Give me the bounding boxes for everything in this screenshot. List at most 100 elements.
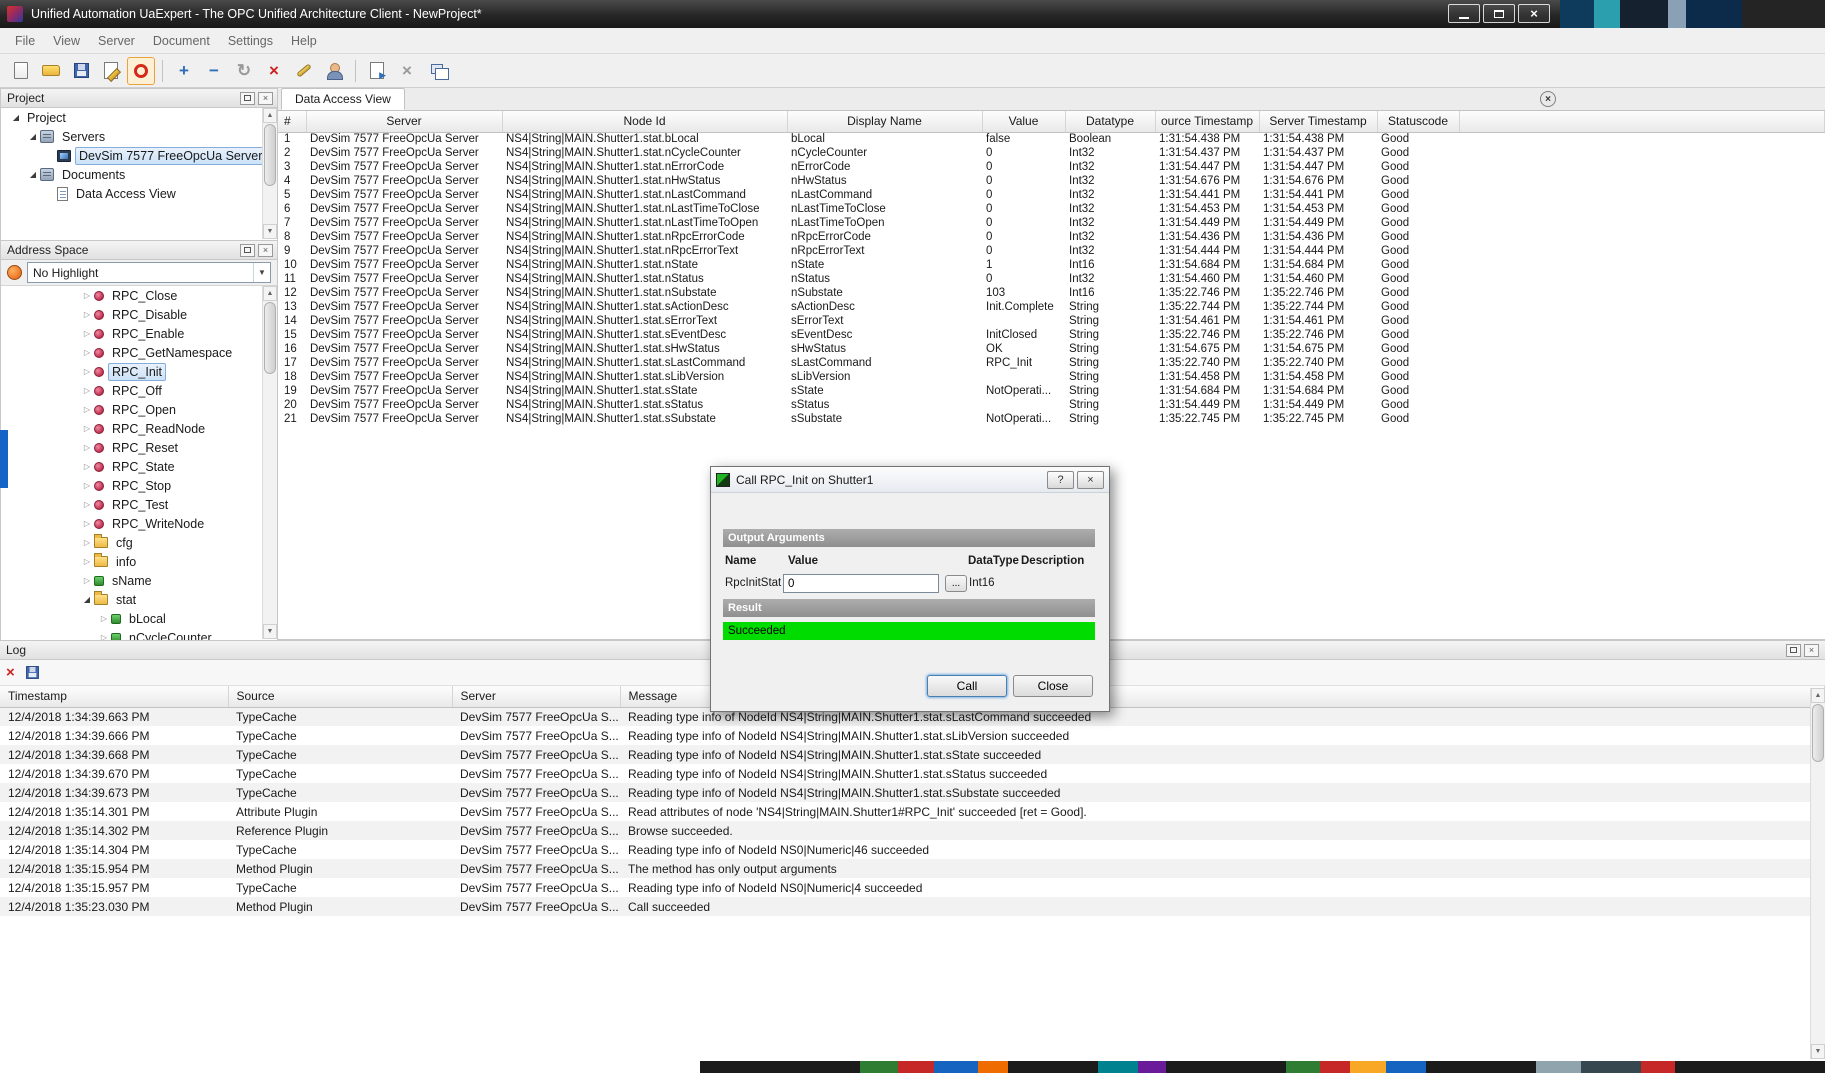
- tree-item-rpc-disable[interactable]: ▷RPC_Disable: [1, 305, 277, 324]
- column-header-ource-timestamp[interactable]: ource Timestamp: [1155, 111, 1259, 132]
- column-header-display-name[interactable]: Display Name: [787, 111, 982, 132]
- data-access-row[interactable]: 18DevSim 7577 FreeOpcUa ServerNS4|String…: [278, 370, 1825, 384]
- edit-document-button[interactable]: [97, 57, 125, 85]
- dialog-title-bar[interactable]: Call RPC_Init on Shutter1 ? ×: [711, 467, 1109, 493]
- arg-value-input[interactable]: [783, 574, 939, 593]
- column-header-server-timestamp[interactable]: Server Timestamp: [1259, 111, 1377, 132]
- maximize-button[interactable]: [1483, 4, 1515, 23]
- arg-browse-button[interactable]: ...: [945, 575, 967, 592]
- menu-item-server[interactable]: Server: [89, 34, 144, 48]
- collapsed-expander-icon[interactable]: ▷: [80, 405, 94, 414]
- project-close-button[interactable]: ×: [258, 92, 273, 105]
- tree-item-project[interactable]: ◢Project: [1, 108, 277, 127]
- tree-item-ncyclecounter[interactable]: ▷nCycleCounter: [1, 628, 277, 640]
- minimize-button[interactable]: [1448, 4, 1480, 23]
- scroll-up-icon[interactable]: ▲: [263, 108, 277, 123]
- data-access-row[interactable]: 15DevSim 7577 FreeOpcUa ServerNS4|String…: [278, 328, 1825, 342]
- data-access-row[interactable]: 11DevSim 7577 FreeOpcUa ServerNS4|String…: [278, 272, 1825, 286]
- collapsed-expander-icon[interactable]: ▷: [80, 367, 94, 376]
- data-access-row[interactable]: 4DevSim 7577 FreeOpcUa ServerNS4|String|…: [278, 174, 1825, 188]
- log-row[interactable]: 12/4/2018 1:35:14.304 PMTypeCacheDevSim …: [0, 840, 1825, 859]
- collapsed-expander-icon[interactable]: ▷: [80, 348, 94, 357]
- log-row[interactable]: 12/4/2018 1:35:14.301 PMAttribute Plugin…: [0, 802, 1825, 821]
- column-header-statuscode[interactable]: Statuscode: [1377, 111, 1459, 132]
- collapsed-expander-icon[interactable]: ▷: [80, 576, 94, 585]
- save-project-button[interactable]: [67, 57, 95, 85]
- menu-item-file[interactable]: File: [6, 34, 44, 48]
- log-row[interactable]: 12/4/2018 1:35:15.954 PMMethod PluginDev…: [0, 859, 1825, 878]
- call-button[interactable]: Call: [927, 675, 1007, 697]
- log-row[interactable]: 12/4/2018 1:35:14.302 PMReference Plugin…: [0, 821, 1825, 840]
- tree-item-rpc-close[interactable]: ▷RPC_Close: [1, 286, 277, 305]
- tree-item-rpc-reset[interactable]: ▷RPC_Reset: [1, 438, 277, 457]
- user-button[interactable]: [320, 57, 348, 85]
- tree-item-stat[interactable]: ◢stat: [1, 590, 277, 609]
- collapsed-expander-icon[interactable]: ▷: [97, 614, 111, 623]
- project-float-button[interactable]: [240, 92, 255, 105]
- data-access-row[interactable]: 19DevSim 7577 FreeOpcUa ServerNS4|String…: [278, 384, 1825, 398]
- expanded-expander-icon[interactable]: ◢: [26, 170, 40, 179]
- clear-log-button[interactable]: ×: [6, 664, 15, 681]
- column-header-server[interactable]: Server: [452, 686, 620, 707]
- close-window-button[interactable]: ×: [1518, 4, 1550, 23]
- menu-item-settings[interactable]: Settings: [219, 34, 282, 48]
- add-server-button[interactable]: +: [170, 57, 198, 85]
- data-access-row[interactable]: 5DevSim 7577 FreeOpcUa ServerNS4|String|…: [278, 188, 1825, 202]
- tree-item-sname[interactable]: ▷sName: [1, 571, 277, 590]
- dialog-close-button[interactable]: ×: [1077, 471, 1104, 489]
- data-access-row[interactable]: 7DevSim 7577 FreeOpcUa ServerNS4|String|…: [278, 216, 1825, 230]
- scroll-up-icon[interactable]: ▲: [1811, 688, 1825, 703]
- remove-server-button[interactable]: −: [200, 57, 228, 85]
- collapsed-expander-icon[interactable]: ▷: [80, 481, 94, 490]
- data-access-row[interactable]: 12DevSim 7577 FreeOpcUa ServerNS4|String…: [278, 286, 1825, 300]
- collapsed-expander-icon[interactable]: ▷: [80, 329, 94, 338]
- log-row[interactable]: 12/4/2018 1:34:39.670 PMTypeCacheDevSim …: [0, 764, 1825, 783]
- dialog-close-action-button[interactable]: Close: [1013, 675, 1093, 697]
- tree-item-cfg[interactable]: ▷cfg: [1, 533, 277, 552]
- collapsed-expander-icon[interactable]: ▷: [80, 519, 94, 528]
- delete-button[interactable]: ×: [260, 57, 288, 85]
- collapsed-expander-icon[interactable]: ▷: [80, 443, 94, 452]
- log-close-button[interactable]: ×: [1804, 644, 1819, 657]
- close-tab-button[interactable]: ×: [1540, 91, 1556, 107]
- scroll-down-icon[interactable]: ▼: [1811, 1044, 1825, 1059]
- collapsed-expander-icon[interactable]: ▷: [80, 557, 94, 566]
- reconnect-server-button[interactable]: ↻: [230, 57, 258, 85]
- tree-item-rpc-readnode[interactable]: ▷RPC_ReadNode: [1, 419, 277, 438]
- collapsed-expander-icon[interactable]: ▷: [80, 462, 94, 471]
- menu-item-help[interactable]: Help: [282, 34, 326, 48]
- tree-item-rpc-stop[interactable]: ▷RPC_Stop: [1, 476, 277, 495]
- tree-item-data-access-view[interactable]: Data Access View: [1, 184, 277, 203]
- dialog-help-button[interactable]: ?: [1047, 471, 1074, 489]
- log-row[interactable]: 12/4/2018 1:35:15.957 PMTypeCacheDevSim …: [0, 878, 1825, 897]
- collapsed-expander-icon[interactable]: ▷: [80, 538, 94, 547]
- data-access-row[interactable]: 10DevSim 7577 FreeOpcUa ServerNS4|String…: [278, 258, 1825, 272]
- scroll-thumb[interactable]: [1812, 704, 1824, 762]
- column-header-value[interactable]: Value: [982, 111, 1065, 132]
- log-row[interactable]: 12/4/2018 1:34:39.666 PMTypeCacheDevSim …: [0, 726, 1825, 745]
- tools-button[interactable]: [290, 57, 318, 85]
- tree-item-rpc-state[interactable]: ▷RPC_State: [1, 457, 277, 476]
- log-float-button[interactable]: [1786, 644, 1801, 657]
- expanded-expander-icon[interactable]: ◢: [26, 132, 40, 141]
- data-access-row[interactable]: 17DevSim 7577 FreeOpcUa ServerNS4|String…: [278, 356, 1825, 370]
- tree-item-rpc-init[interactable]: ▷RPC_Init: [1, 362, 277, 381]
- column-header-node-id[interactable]: Node Id: [502, 111, 787, 132]
- column-header-datatype[interactable]: Datatype: [1065, 111, 1155, 132]
- scroll-down-icon[interactable]: ▼: [263, 624, 277, 639]
- data-access-row[interactable]: 20DevSim 7577 FreeOpcUa ServerNS4|String…: [278, 398, 1825, 412]
- log-row[interactable]: 12/4/2018 1:34:39.673 PMTypeCacheDevSim …: [0, 783, 1825, 802]
- project-scrollbar[interactable]: ▲ ▼: [262, 108, 277, 239]
- data-access-row[interactable]: 13DevSim 7577 FreeOpcUa ServerNS4|String…: [278, 300, 1825, 314]
- tree-item-info[interactable]: ▷info: [1, 552, 277, 571]
- data-access-row[interactable]: 9DevSim 7577 FreeOpcUa ServerNS4|String|…: [278, 244, 1825, 258]
- log-row[interactable]: 12/4/2018 1:34:39.668 PMTypeCacheDevSim …: [0, 745, 1825, 764]
- highlight-dropdown[interactable]: No Highlight ▼: [27, 262, 271, 283]
- collapsed-expander-icon[interactable]: ▷: [80, 424, 94, 433]
- tree-item-rpc-open[interactable]: ▷RPC_Open: [1, 400, 277, 419]
- collapsed-expander-icon[interactable]: ▷: [80, 310, 94, 319]
- remove-document-button[interactable]: ×: [393, 57, 421, 85]
- new-document-button[interactable]: [7, 57, 35, 85]
- collapsed-expander-icon[interactable]: ▷: [80, 386, 94, 395]
- address-space-close-button[interactable]: ×: [258, 244, 273, 257]
